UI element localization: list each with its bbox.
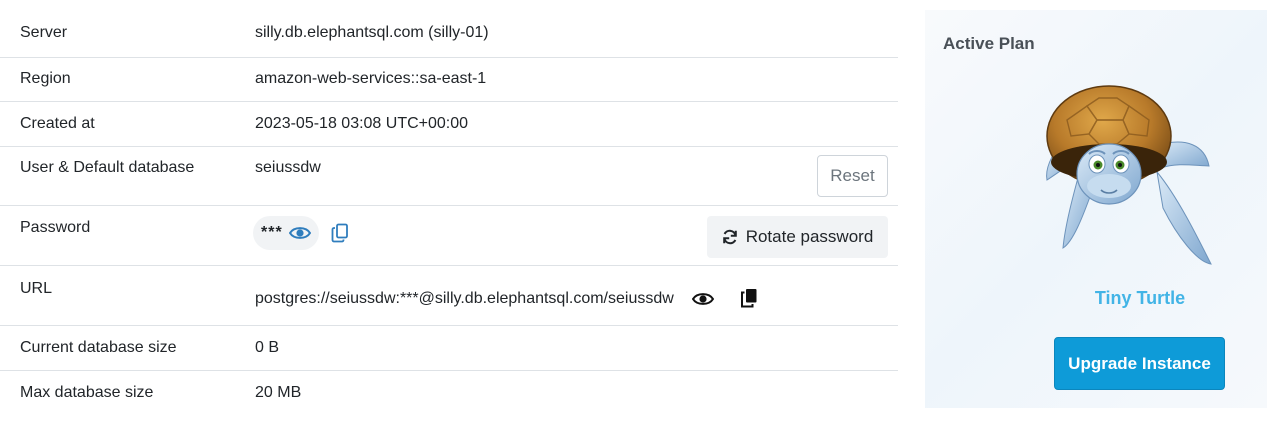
max-size-label: Max database size [20, 384, 154, 401]
created-value: 2023-05-18 03:08 UTC+00:00 [255, 115, 469, 132]
rotate-password-label: Rotate password [745, 227, 874, 246]
rotate-password-button[interactable]: Rotate password [707, 216, 888, 258]
user-value: seiussdw [255, 159, 321, 176]
password-label: Password [20, 219, 91, 236]
copy-icon[interactable] [331, 223, 349, 243]
detail-row-max-size: Max database size 20 MB [0, 370, 898, 414]
detail-row-password: Password *** Rotate password [0, 205, 898, 265]
instance-details-table: Server silly.db.elephantsql.com (silly-0… [0, 12, 898, 414]
region-label: Region [20, 70, 71, 87]
plan-name: Tiny Turtle [1094, 288, 1186, 308]
eye-icon[interactable] [691, 291, 714, 307]
detail-row-region: Region amazon-web-services::sa-east-1 [0, 57, 898, 101]
active-plan-title: Active Plan [943, 34, 1035, 53]
detail-row-server: Server silly.db.elephantsql.com (silly-0… [0, 12, 898, 57]
server-label: Server [20, 24, 68, 41]
active-plan-card: Active Plan Tiny Turtle Upgrade Instance [925, 10, 1267, 408]
eye-icon[interactable] [288, 225, 311, 241]
copy-icon[interactable] [740, 288, 758, 308]
turtle-illustration [1037, 76, 1237, 281]
upgrade-instance-button[interactable]: Upgrade Instance [1054, 337, 1225, 390]
region-value: amazon-web-services::sa-east-1 [255, 70, 487, 87]
current-size-value: 0 B [255, 339, 280, 356]
url-value: postgres://seiussdw:***@silly.db.elephan… [255, 290, 674, 307]
password-mask: *** [261, 224, 283, 241]
current-size-label: Current database size [20, 339, 177, 356]
reset-button[interactable]: Reset [817, 155, 888, 197]
detail-row-current-size: Current database size 0 B [0, 325, 898, 370]
password-pill: *** [253, 216, 319, 250]
user-label: User & Default database [20, 159, 195, 176]
detail-row-created: Created at 2023-05-18 03:08 UTC+00:00 [0, 101, 898, 146]
detail-row-user: User & Default database seiussdw Reset [0, 146, 898, 205]
detail-row-url: URL postgres://seiussdw:***@silly.db.ele… [0, 265, 898, 325]
refresh-icon [722, 229, 738, 245]
url-value-group: postgres://seiussdw:***@silly.db.elephan… [255, 280, 898, 308]
url-label: URL [20, 280, 53, 297]
created-label: Created at [20, 115, 95, 132]
max-size-value: 20 MB [255, 384, 302, 401]
server-value: silly.db.elephantsql.com (silly-01) [255, 24, 489, 41]
